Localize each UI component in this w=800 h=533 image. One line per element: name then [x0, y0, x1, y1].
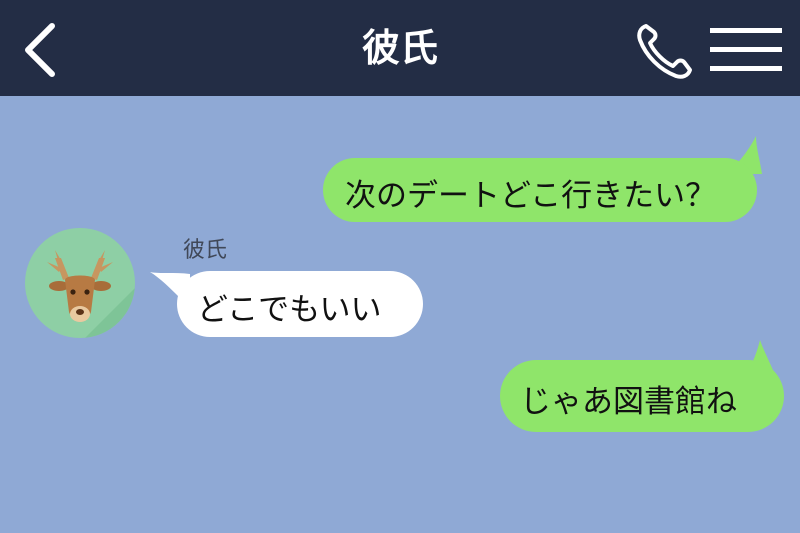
menu-icon[interactable] — [710, 26, 782, 74]
message-text: じゃあ図書館ね — [520, 384, 737, 420]
outgoing-message: じゃあ図書館ね — [500, 360, 784, 432]
sender-name: 彼氏 — [183, 238, 228, 263]
deer-icon — [47, 250, 135, 338]
message-text: どこでもいい — [197, 292, 382, 328]
phone-icon[interactable] — [632, 20, 696, 82]
avatar[interactable] — [25, 228, 135, 338]
back-chevron-icon[interactable] — [18, 20, 62, 80]
incoming-message: どこでもいい — [177, 271, 423, 337]
chat-header: 彼氏 — [0, 0, 800, 96]
outgoing-message: 次のデートどこ行きたい？ — [323, 158, 757, 222]
message-text: 次のデートどこ行きたい？ — [345, 178, 717, 214]
